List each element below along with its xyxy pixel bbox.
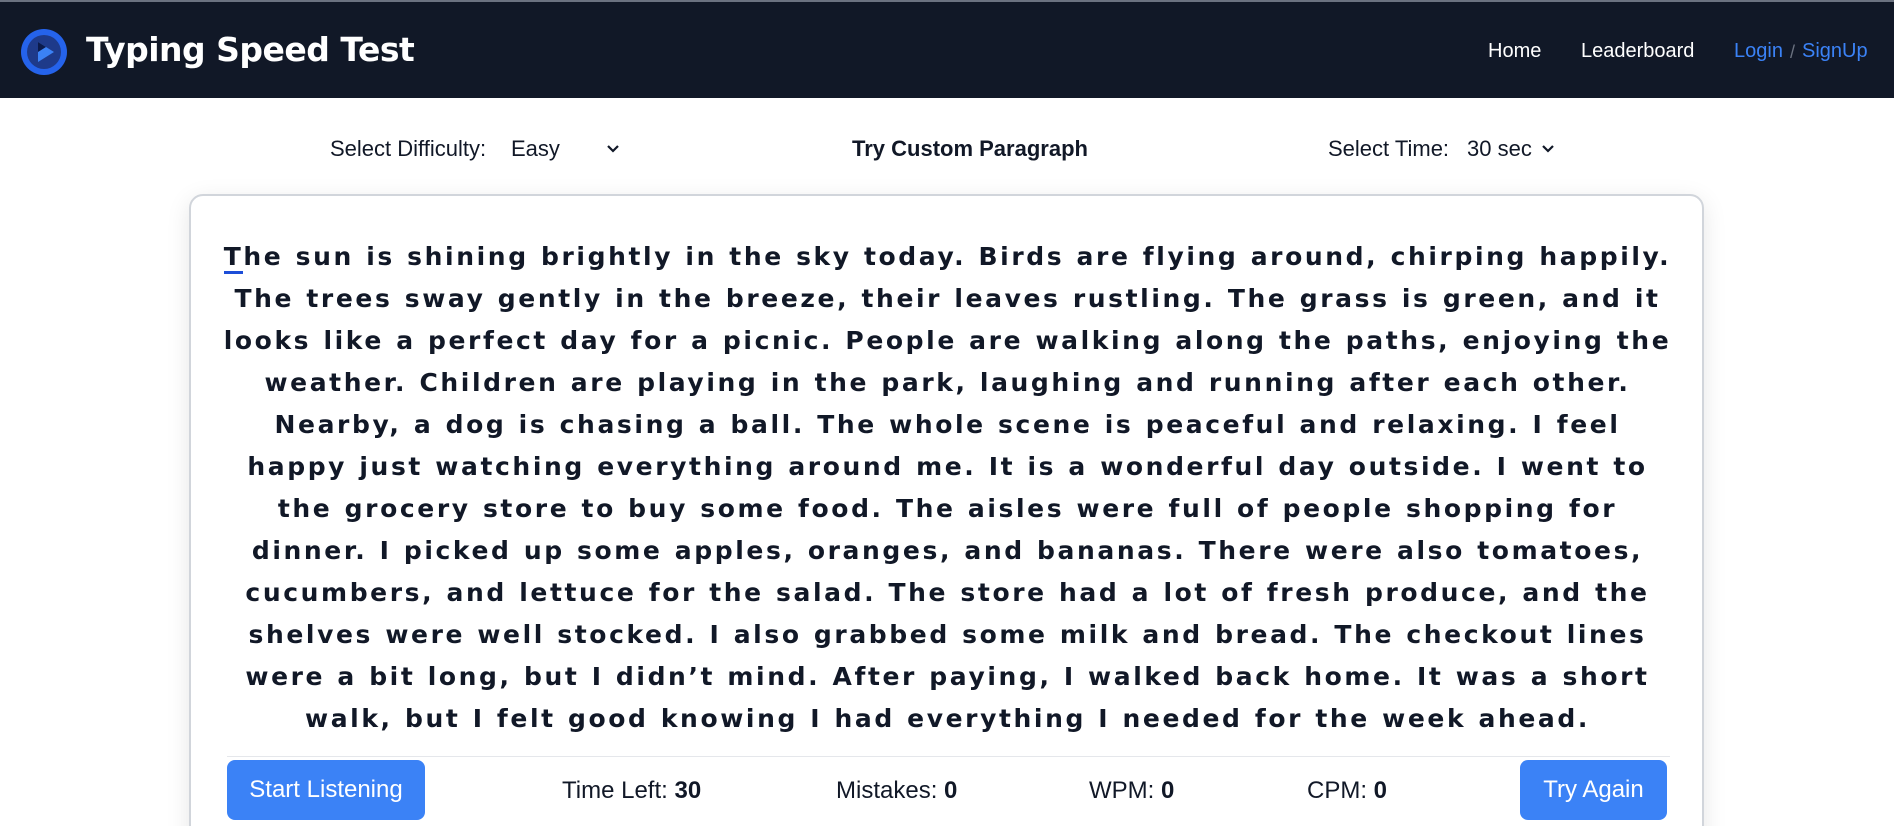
custom-paragraph-button[interactable]: Try Custom Paragraph: [852, 136, 1088, 162]
paragraph-text: he sun is shining brightly in the sky to…: [223, 242, 1672, 733]
mistakes-stat: Mistakes: 0: [836, 777, 957, 805]
time-left-stat: Time Left: 30: [562, 777, 701, 805]
play-logo-icon[interactable]: [20, 28, 68, 76]
chevron-down-icon: [1542, 145, 1554, 153]
mistakes-value: 0: [944, 777, 958, 804]
nav-separator: /: [1790, 42, 1796, 62]
app-title: Typing Speed Test: [86, 30, 415, 69]
nav-home-link[interactable]: Home: [1488, 40, 1541, 63]
navbar: Typing Speed Test Home Leaderboard Login…: [0, 0, 1894, 98]
time-value: 30 sec: [1467, 136, 1532, 161]
mistakes-label: Mistakes:: [836, 777, 938, 804]
nav-leaderboard-link[interactable]: Leaderboard: [1581, 40, 1694, 63]
difficulty-value: Easy: [511, 136, 560, 161]
typing-paragraph[interactable]: The sun is shining brightly in the sky t…: [223, 236, 1672, 740]
divider: [227, 756, 1670, 757]
nav-signup-link[interactable]: SignUp: [1802, 40, 1868, 63]
start-listening-button[interactable]: Start Listening: [227, 760, 425, 820]
time-left-value: 30: [674, 777, 702, 804]
try-again-button[interactable]: Try Again: [1520, 760, 1667, 820]
wpm-value: 0: [1161, 777, 1175, 804]
difficulty-select[interactable]: Easy: [511, 133, 623, 165]
test-controls: Select Difficulty: Easy Try Custom Parag…: [0, 133, 1894, 167]
time-label: Select Time:: [1328, 136, 1450, 161]
chevron-down-icon: [607, 145, 619, 153]
time-left-label: Time Left:: [562, 777, 668, 804]
wpm-stat: WPM: 0: [1089, 777, 1174, 805]
cpm-stat: CPM: 0: [1307, 777, 1387, 805]
current-character: T: [223, 242, 244, 274]
typing-card: The sun is shining brightly in the sky t…: [189, 194, 1704, 826]
cpm-value: 0: [1373, 777, 1388, 804]
nav-login-link[interactable]: Login: [1734, 40, 1783, 63]
difficulty-label: Select Difficulty:: [330, 136, 487, 161]
wpm-label: WPM:: [1089, 777, 1155, 804]
time-select[interactable]: 30 sec: [1467, 133, 1557, 165]
cpm-label: CPM:: [1307, 777, 1367, 804]
